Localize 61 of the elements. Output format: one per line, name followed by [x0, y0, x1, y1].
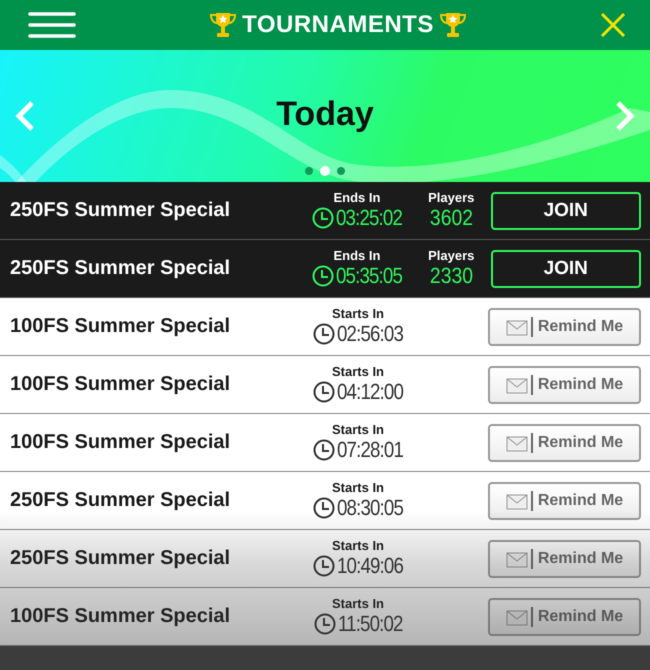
remind-me-button[interactable]: Remind Me [488, 308, 641, 346]
banner-title: Today [276, 94, 374, 134]
players-label: Players [428, 190, 474, 205]
page-dot[interactable] [305, 167, 313, 175]
clock-icon [313, 439, 336, 461]
countdown-time: 11:50:02 [338, 611, 403, 637]
timer-label: Starts In [332, 480, 384, 495]
tournament-name: 250FS Summer Special [10, 199, 232, 222]
envelope-icon [506, 548, 534, 568]
clock-icon [313, 323, 336, 345]
page-dot[interactable] [337, 167, 345, 175]
remind-me-button[interactable]: Remind Me [488, 482, 641, 520]
tournament-name: 100FS Summer Special [10, 431, 232, 454]
countdown-time: 03:25:02 [336, 205, 402, 231]
timer-label: Starts In [332, 306, 384, 321]
player-count: 3602 [430, 205, 473, 231]
menu-icon[interactable] [28, 11, 76, 39]
remind-me-button[interactable]: Remind Me [488, 424, 641, 462]
tournament-name: 250FS Summer Special [10, 489, 232, 512]
clock-icon [314, 613, 336, 635]
players-label: Players [428, 248, 474, 263]
envelope-icon [506, 316, 534, 336]
timer-label: Starts In [332, 538, 384, 553]
remind-me-button[interactable]: Remind Me [488, 366, 641, 404]
clock-icon [313, 555, 336, 577]
trophy-icon [208, 10, 238, 40]
envelope-icon [506, 606, 534, 626]
countdown-time: 08:30:05 [337, 495, 404, 521]
previous-arrow-icon[interactable] [14, 100, 36, 132]
tournament-name: 250FS Summer Special [10, 257, 232, 280]
countdown-time: 07:28:01 [337, 437, 404, 463]
page-dot[interactable] [320, 166, 330, 176]
clock-icon [313, 497, 336, 519]
timer-label: Ends In [334, 190, 380, 205]
remind-me-button[interactable]: Remind Me [488, 540, 641, 578]
envelope-icon [506, 432, 534, 452]
tournament-name: 100FS Summer Special [10, 315, 232, 338]
timer-label: Ends In [334, 248, 380, 263]
remind-me-button[interactable]: Remind Me [488, 598, 641, 636]
countdown-time: 10:49:06 [337, 553, 404, 579]
tournament-name: 250FS Summer Special [10, 547, 232, 570]
next-arrow-icon[interactable] [614, 100, 636, 132]
player-count: 2330 [430, 263, 473, 289]
countdown-time: 05:35:05 [336, 263, 402, 289]
tournament-name: 100FS Summer Special [10, 605, 232, 628]
clock-icon [313, 381, 336, 403]
envelope-icon [506, 490, 534, 510]
clock-icon [312, 207, 334, 229]
envelope-icon [506, 374, 534, 394]
countdown-time: 02:56:03 [337, 321, 404, 347]
timer-label: Starts In [332, 596, 384, 611]
clock-icon [312, 265, 334, 287]
close-icon[interactable] [600, 12, 626, 38]
timer-label: Starts In [332, 422, 384, 437]
page-title: TOURNAMENTS [242, 11, 434, 39]
join-button[interactable]: JOIN [490, 192, 641, 230]
tournament-name: 100FS Summer Special [10, 373, 232, 396]
join-button[interactable]: JOIN [490, 250, 641, 288]
trophy-icon [438, 10, 468, 40]
timer-label: Starts In [332, 364, 384, 379]
countdown-time: 04:12:00 [337, 379, 404, 405]
